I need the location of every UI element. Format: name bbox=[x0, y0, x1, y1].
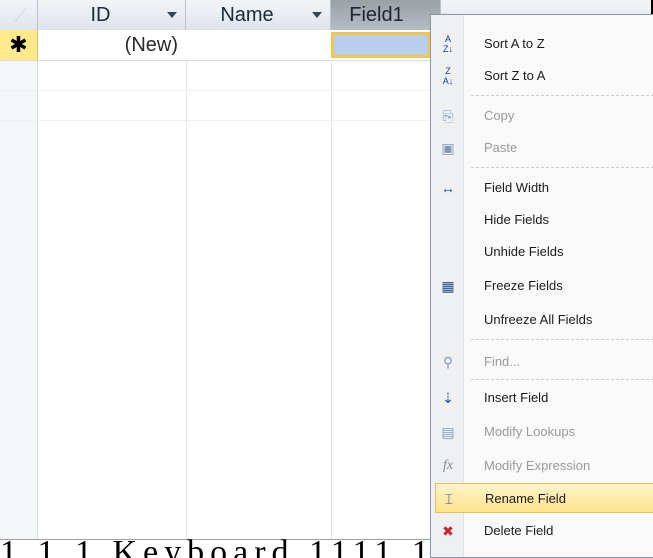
menu-item-hide-fields[interactable]: Hide Fields bbox=[431, 205, 653, 235]
menu-item-label: Copy bbox=[484, 108, 515, 123]
menu-item-label: Find... bbox=[484, 354, 521, 369]
menu-item-label: Sort A to Z bbox=[484, 36, 545, 51]
column-header-label: Name bbox=[220, 4, 274, 26]
menu-item-field-width[interactable]: ↔ Field Width bbox=[431, 173, 653, 203]
menu-item-find[interactable]: ⚲ Find... bbox=[431, 347, 653, 377]
menu-item-label: Modify Lookups bbox=[484, 424, 576, 439]
menu-separator bbox=[471, 95, 653, 97]
menu-item-rename-field[interactable]: ⌶ Rename Field bbox=[435, 483, 653, 513]
field-width-icon: ↔ bbox=[441, 180, 455, 196]
menu-item-copy[interactable]: ⎘ Copy bbox=[431, 101, 653, 131]
menu-item-sort-a-to-z[interactable]: A Z↓ Sort A to Z bbox=[431, 29, 653, 59]
freeze-grid-icon: ▦ bbox=[441, 278, 455, 294]
new-record-selector[interactable]: ✱ bbox=[0, 30, 38, 60]
menu-separator bbox=[471, 379, 653, 381]
column-header-label: ID bbox=[90, 4, 111, 26]
menu-item-modify-expression[interactable]: fx Modify Expression bbox=[431, 451, 653, 481]
menu-item-label: Hide Fields bbox=[484, 212, 550, 227]
chevron-down-icon[interactable] bbox=[312, 12, 322, 18]
column-header-label: Field1 bbox=[349, 4, 404, 26]
menu-item-label: Paste bbox=[484, 140, 518, 155]
rename-field-icon: ⌶ bbox=[444, 491, 454, 507]
menu-item-label: Freeze Fields bbox=[484, 278, 563, 293]
menu-item-label: Unfreeze All Fields bbox=[484, 312, 593, 327]
insert-field-icon: ⇣ bbox=[442, 390, 454, 406]
column-header-id[interactable]: ID bbox=[38, 0, 186, 30]
column-header-name[interactable]: Name bbox=[186, 0, 331, 30]
menu-item-label: Insert Field bbox=[484, 390, 549, 405]
menu-item-label: Rename Field bbox=[485, 491, 566, 506]
copy-icon: ⎘ bbox=[442, 108, 454, 124]
menu-item-insert-field[interactable]: ⇣ Insert Field bbox=[431, 383, 653, 413]
field1-selected-cell[interactable] bbox=[331, 32, 431, 58]
sort-descending-icon: Z A↓ bbox=[442, 66, 454, 86]
new-record-id-cell[interactable]: (New) bbox=[44, 30, 182, 60]
column-gridline bbox=[331, 30, 332, 539]
menu-item-sort-z-to-a[interactable]: Z A↓ Sort Z to A bbox=[431, 61, 653, 91]
record-selector-column bbox=[0, 60, 38, 539]
column-gridline bbox=[186, 30, 187, 539]
select-all-corner[interactable] bbox=[0, 0, 38, 30]
caption-text-strip: 1 1 1 Keyboard 1111 1 bbox=[0, 536, 435, 558]
menu-item-label: Sort Z to A bbox=[484, 68, 546, 83]
column-context-menu: A Z↓ Sort A to Z Z A↓ Sort Z to A ⎘ Copy ▣… bbox=[430, 14, 653, 558]
menu-item-unfreeze-all-fields[interactable]: Unfreeze All Fields bbox=[431, 305, 653, 335]
paste-icon: ▣ bbox=[441, 140, 455, 156]
menu-item-paste[interactable]: ▣ Paste bbox=[431, 133, 653, 163]
menu-separator bbox=[471, 167, 653, 169]
menu-item-modify-lookups[interactable]: ▤ Modify Lookups bbox=[431, 417, 653, 447]
function-fx-icon: fx bbox=[442, 458, 454, 473]
binoculars-icon: ⚲ bbox=[442, 354, 454, 370]
menu-item-label: Modify Expression bbox=[484, 458, 591, 473]
column-header-field1[interactable]: Field1 bbox=[331, 0, 441, 30]
menu-separator bbox=[471, 339, 653, 341]
menu-item-label: Unhide Fields bbox=[484, 244, 564, 259]
lookups-icon: ▤ bbox=[441, 424, 455, 440]
menu-item-label: Field Width bbox=[484, 180, 550, 195]
sort-ascending-icon: A Z↓ bbox=[443, 34, 453, 54]
menu-item-unhide-fields[interactable]: Unhide Fields bbox=[431, 237, 653, 267]
menu-item-freeze-fields[interactable]: ▦ Freeze Fields bbox=[431, 271, 653, 301]
chevron-down-icon[interactable] bbox=[167, 12, 177, 18]
